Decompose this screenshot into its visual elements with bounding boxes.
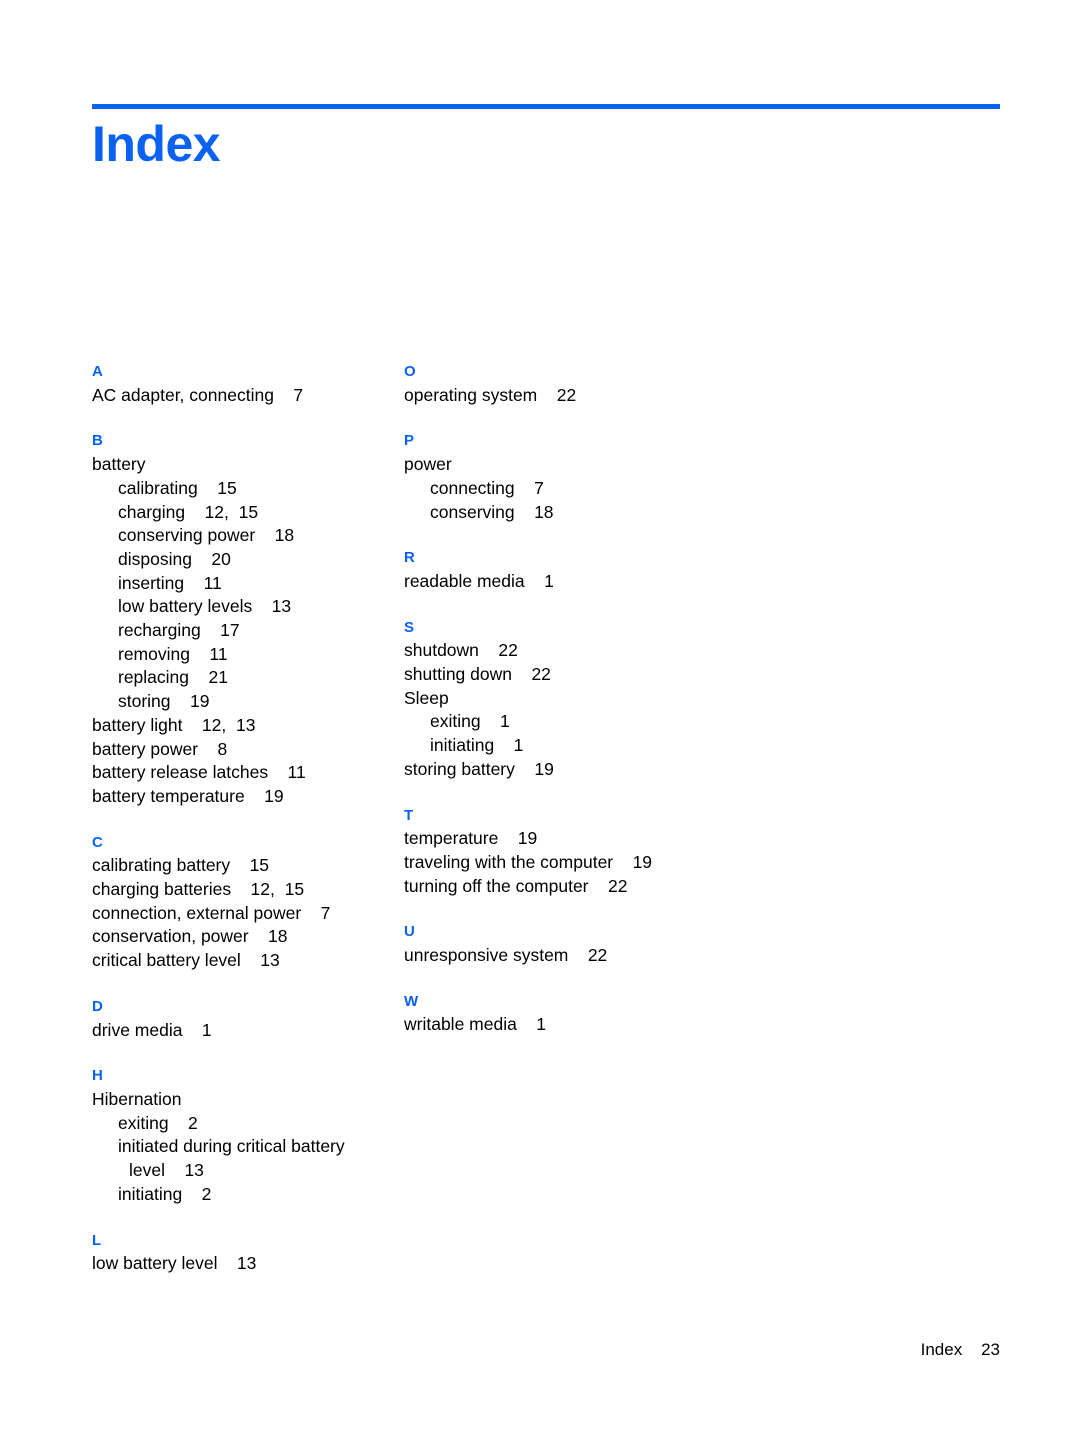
letter-section-r: Rreadable media 1 — [404, 546, 716, 593]
letter-heading: O — [404, 363, 416, 380]
index-entry: traveling with the computer 19 — [404, 851, 653, 872]
letter-section-u: Uunresponsive system 22 — [404, 920, 716, 967]
letter-section-t: Ttemperature 19 traveling with the comput… — [404, 804, 716, 899]
letter-heading: B — [92, 432, 103, 450]
letter-heading: W — [404, 992, 419, 1010]
index-entry: inserting 11 — [118, 572, 222, 593]
index-entry: turning off the computer 22 — [404, 875, 628, 896]
index-entry: unresponsive system 22 — [404, 945, 608, 966]
index-entry: replacing 21 — [118, 667, 228, 688]
index-entry: power — [404, 454, 452, 475]
letter-section-b: Bbattery calibrating 15 charging 12, 15 con… — [92, 429, 404, 808]
index-entry: temperature 19 — [404, 828, 538, 849]
index-entry: drive media 1 — [92, 1019, 212, 1040]
index-entry: recharging 17 — [118, 620, 240, 641]
index-entry: Hibernation — [92, 1088, 182, 1109]
index-entry: exiting 2 — [118, 1112, 198, 1133]
index-entry: removing 11 — [118, 643, 228, 664]
index-entry: storing battery 19 — [404, 758, 554, 779]
letter-heading: U — [404, 923, 415, 941]
index-entry: operating system 22 — [404, 384, 577, 405]
page-footer: Index 23 — [920, 1340, 1000, 1359]
index-entry: readable media 1 — [404, 570, 554, 591]
letter-section-p: Ppower connecting 7 conserving 18 — [404, 429, 716, 524]
index-entry: exiting 1 — [430, 711, 510, 732]
index-column-right: Ooperating system 22 Ppower connecting 7 co… — [404, 360, 716, 1037]
index-entry: low battery levels 13 — [118, 596, 292, 617]
letter-section-o: Ooperating system 22 — [404, 360, 716, 407]
index-page: Index A AC adapter, connecting 7 Bbattery c… — [0, 0, 1080, 1437]
letter-section-w: Wwritable media 1 — [404, 990, 716, 1037]
letter-section-a: A AC adapter, connecting 7 — [92, 360, 404, 407]
letter-heading: C — [92, 833, 103, 851]
index-entry: level 13 — [129, 1160, 204, 1181]
index-entry: initiating 1 — [430, 735, 524, 756]
letter-heading: L — [92, 1231, 102, 1249]
letter-heading: S — [404, 618, 415, 636]
letter-heading: P — [404, 432, 415, 450]
index-entry: storing 19 — [118, 691, 210, 712]
letter-section-l: Llow battery level 13 — [92, 1229, 404, 1276]
index-entry: battery power 8 — [92, 738, 228, 759]
index-entry: conserving 18 — [430, 501, 554, 522]
letter-section-s: Sshutdown 22 shutting down 22 Sleep exiting… — [404, 616, 716, 782]
index-body: A AC adapter, connecting 7 Bbattery calibra… — [92, 360, 1002, 1276]
index-entry: connecting 7 — [430, 477, 544, 498]
index-entry: charging 12, 15 — [118, 501, 259, 522]
index-entry: calibrating battery 15 — [92, 855, 270, 876]
index-entry: battery release latches 11 — [92, 762, 306, 783]
index-entry: battery — [92, 454, 146, 475]
page-title: Index — [92, 116, 221, 172]
index-entry: low battery level 13 — [92, 1253, 257, 1274]
index-entry: connection, external power 7 — [92, 902, 331, 923]
index-entry: writable media 1 — [404, 1014, 547, 1035]
index-entry: calibrating 15 — [118, 477, 237, 498]
index-entry: conserving power 18 — [118, 525, 295, 546]
letter-section-h: H Hibernation exiting 2 initiated during cr… — [92, 1064, 404, 1206]
page-heading-block: Index — [92, 104, 1000, 169]
letter-heading: T — [404, 806, 414, 824]
index-entry: critical battery level 13 — [92, 950, 280, 971]
index-entry: shutting down 22 — [404, 664, 551, 685]
index-entry: charging batteries 12, 15 — [92, 879, 305, 900]
index-column-left: A AC adapter, connecting 7 Bbattery calibra… — [92, 360, 404, 1276]
index-entry: initiated during critical battery — [118, 1136, 345, 1157]
index-entry: AC adapter, connecting 7 — [92, 384, 304, 405]
index-entry: battery temperature 19 — [92, 785, 284, 806]
index-entry: battery light 12, 13 — [92, 714, 256, 735]
letter-section-d: Ddrive media 1 — [92, 995, 404, 1042]
index-entry: Sleep — [404, 687, 449, 708]
letter-section-c: Ccalibrating battery 15 charging batterie… — [92, 831, 404, 973]
letter-heading: R — [404, 549, 415, 567]
letter-heading: A — [92, 363, 103, 380]
letter-heading: D — [92, 997, 103, 1015]
index-entry: conservation, power 18 — [92, 926, 288, 947]
index-entry: initiating 2 — [118, 1183, 212, 1204]
letter-heading: H — [92, 1067, 103, 1085]
index-entry: shutdown 22 — [404, 640, 518, 661]
index-entry: disposing 20 — [118, 548, 231, 569]
heading-rule — [92, 104, 1000, 109]
